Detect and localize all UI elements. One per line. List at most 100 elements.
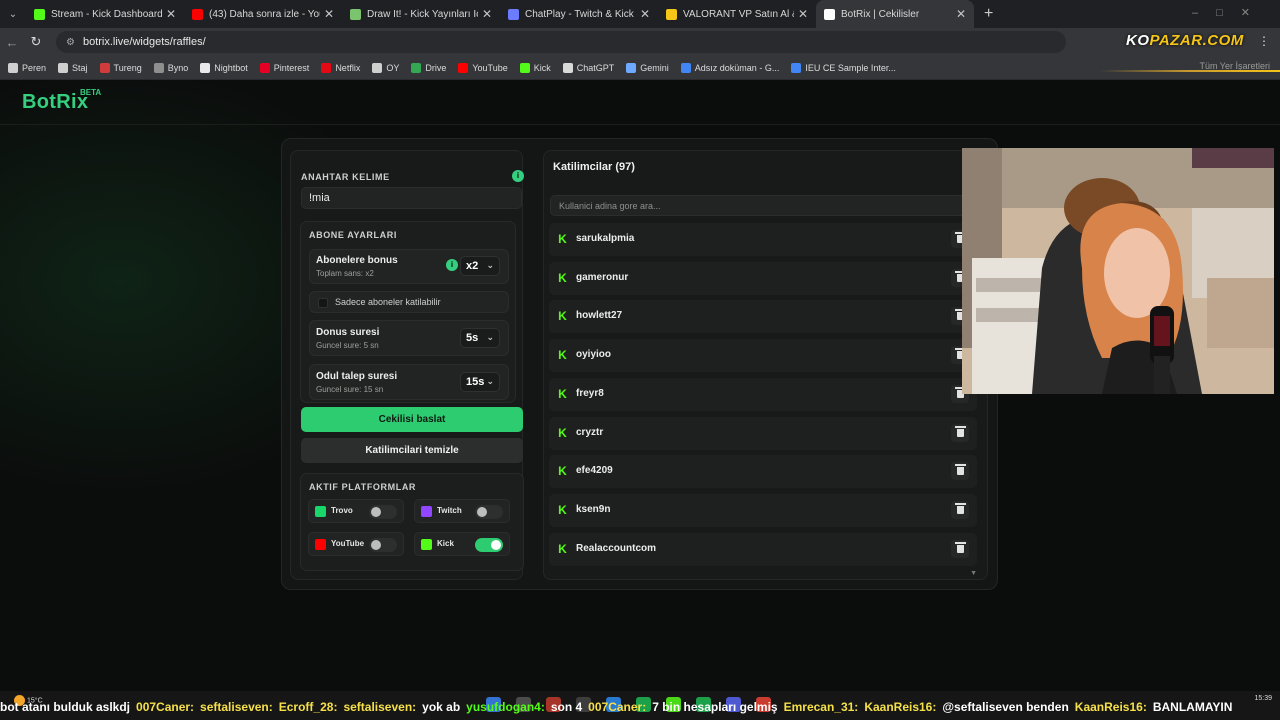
close-icon[interactable]: ✕: [640, 7, 650, 21]
browser-address-bar: ← ↻ ⚙ botrix.live/widgets/raffles/: [0, 28, 1280, 56]
chat-username: 007Caner:: [588, 700, 647, 714]
chat-username: seftaliseven:: [200, 700, 273, 714]
bookmark-item[interactable]: Staj: [58, 62, 88, 73]
platform-label: Trovo: [331, 506, 353, 515]
platform-toggle[interactable]: [475, 538, 503, 552]
kick-icon: K: [556, 310, 569, 324]
keyword-info-icon[interactable]: i: [512, 170, 524, 182]
chevron-down-icon: ⌄: [486, 260, 494, 270]
bonus-multiplier-select[interactable]: x2 ⌄: [460, 256, 500, 276]
participant-row: Kfreyr8: [549, 377, 977, 411]
bookmark-item[interactable]: Nightbot: [200, 62, 248, 73]
close-icon[interactable]: ✕: [482, 7, 492, 21]
back-icon[interactable]: ←: [0, 35, 24, 50]
bookmark-label: ChatGPT: [576, 62, 615, 73]
bookmark-item[interactable]: Peren: [8, 62, 46, 73]
trash-icon[interactable]: [951, 423, 969, 442]
claim-duration-select[interactable]: 15s ⌄: [460, 372, 500, 392]
bookmark-item[interactable]: OY: [372, 62, 400, 73]
browser-tab[interactable]: (43) Daha sonra izle - YouTube ✕: [184, 0, 342, 28]
trash-glyph: [954, 541, 966, 553]
close-icon[interactable]: ✕: [324, 7, 334, 21]
bookmark-item[interactable]: ChatGPT: [562, 62, 615, 73]
bookmark-item[interactable]: Pinterest: [259, 62, 309, 73]
youtube-icon: [458, 62, 469, 73]
subscriber-settings-title: ABONE AYARLARI: [309, 230, 397, 240]
only-subs-checkbox[interactable]: [318, 298, 328, 308]
subscriber-bonus-title: Abonelere bonus: [316, 255, 398, 266]
kick-icon: K: [556, 503, 569, 517]
bookmark-item[interactable]: Adsız doküman - G...: [680, 62, 779, 73]
beta-badge: BETA: [80, 88, 102, 97]
kick-icon: K: [556, 387, 569, 401]
platform-kick: Kick: [414, 532, 510, 556]
platform-twitch: Twitch: [414, 499, 510, 523]
browser-tab[interactable]: Stream - Kick Dashboard ✕: [26, 0, 184, 28]
bookmark-label: Nightbot: [214, 62, 248, 73]
platform-trovo: Trovo: [308, 499, 404, 523]
platform-toggle[interactable]: [369, 505, 397, 519]
claim-duration-title: Odul talep suresi: [316, 371, 398, 382]
window-controls[interactable]: –□✕: [1192, 6, 1268, 19]
trash-glyph: [954, 425, 966, 437]
participant-row: Kksen9n: [549, 493, 977, 527]
bookmark-label: OY: [386, 62, 400, 73]
site-info-icon[interactable]: ⚙: [66, 37, 75, 48]
botrix-logo[interactable]: BotRix: [22, 91, 88, 114]
browser-tab[interactable]: VALORANT VP Satın Al & VP Fi ✕: [658, 0, 816, 28]
platform-toggle[interactable]: [369, 538, 397, 552]
spin-duration-row: Donus suresi Guncel sure: 5 sn 5s ⌄: [309, 320, 509, 356]
spin-duration-select[interactable]: 5s ⌄: [460, 328, 500, 348]
bookmark-item[interactable]: Netflix: [321, 62, 360, 73]
participant-search-input[interactable]: Kullanici adina gore ara...: [550, 195, 970, 216]
nightbot-icon: [200, 62, 211, 73]
close-icon[interactable]: ✕: [798, 7, 808, 21]
clear-participants-button[interactable]: Katilimcilari temizle: [301, 438, 523, 463]
keyword-label: ANAHTAR KELIME: [301, 172, 390, 182]
trash-icon[interactable]: [951, 500, 969, 519]
browser-tab[interactable]: ChatPlay - Twitch & Kick İzleyic ✕: [500, 0, 658, 28]
browser-menu-icon[interactable]: ⋮: [1258, 34, 1270, 48]
platform-toggle[interactable]: [475, 505, 503, 519]
url-field[interactable]: ⚙ botrix.live/widgets/raffles/: [56, 31, 1066, 53]
trash-icon[interactable]: [951, 539, 969, 558]
kick-icon: K: [556, 465, 569, 479]
kick-icon: K: [556, 426, 569, 440]
bookmark-item[interactable]: Kick: [519, 62, 551, 73]
kick-icon: K: [556, 233, 569, 246]
chat-username: Emrecan_31:: [783, 700, 859, 714]
chat-username: KaanReis16:: [864, 700, 937, 714]
bonus-info-icon[interactable]: i: [446, 259, 458, 271]
only-subs-row[interactable]: Sadece aboneler katilabilir: [309, 291, 509, 313]
docs-icon: [791, 62, 802, 73]
valorant-icon: [666, 8, 677, 20]
new-tab-button[interactable]: +: [984, 5, 993, 23]
browser-tab[interactable]: BotRix | Cekilisler ✕: [816, 0, 974, 28]
bookmark-item[interactable]: Byno: [153, 62, 188, 73]
keyword-input[interactable]: !mia: [301, 187, 522, 209]
reload-icon[interactable]: ↻: [24, 34, 48, 50]
chat-message: @seftaliseven benden: [942, 700, 1069, 714]
claim-duration-value: 15s: [466, 376, 485, 388]
bookmark-label: Gemini: [640, 62, 669, 73]
close-icon[interactable]: ✕: [166, 7, 176, 21]
bookmark-item[interactable]: Gemini: [626, 62, 669, 73]
bookmark-item[interactable]: Tureng: [99, 62, 142, 73]
browser-tab[interactable]: Draw It! - Kick Yayınları İçin Çiz ✕: [342, 0, 500, 28]
subscriber-bonus-row: Abonelere bonus Toplam sans: x2 i x2 ⌄: [309, 249, 509, 284]
participant-name: efe4209: [576, 465, 613, 477]
toggle-knob: [371, 507, 381, 517]
taskbar: 15°C bot atanı bulduk aslkdj 007Caner: sef…: [0, 691, 1280, 720]
close-icon[interactable]: ✕: [956, 7, 966, 21]
raffle-card: ANAHTAR KELIME i !mia ABONE AYARLARI Abo…: [281, 138, 998, 590]
bookmark-item[interactable]: IEU CE Sample Inter...: [791, 62, 896, 73]
bookmark-item[interactable]: Drive: [411, 62, 446, 73]
scroll-down-icon[interactable]: ▼: [970, 570, 977, 577]
trash-icon[interactable]: [951, 462, 969, 481]
tab-search-icon[interactable]: ⌄: [0, 0, 26, 28]
tab-title: ChatPlay - Twitch & Kick İzleyic: [525, 8, 636, 20]
participant-row: Kgameronur: [549, 261, 977, 295]
bookmark-item[interactable]: YouTube: [458, 62, 508, 73]
start-raffle-button[interactable]: Cekilisi baslat: [301, 407, 523, 432]
chat-username: 007Caner:: [136, 700, 195, 714]
